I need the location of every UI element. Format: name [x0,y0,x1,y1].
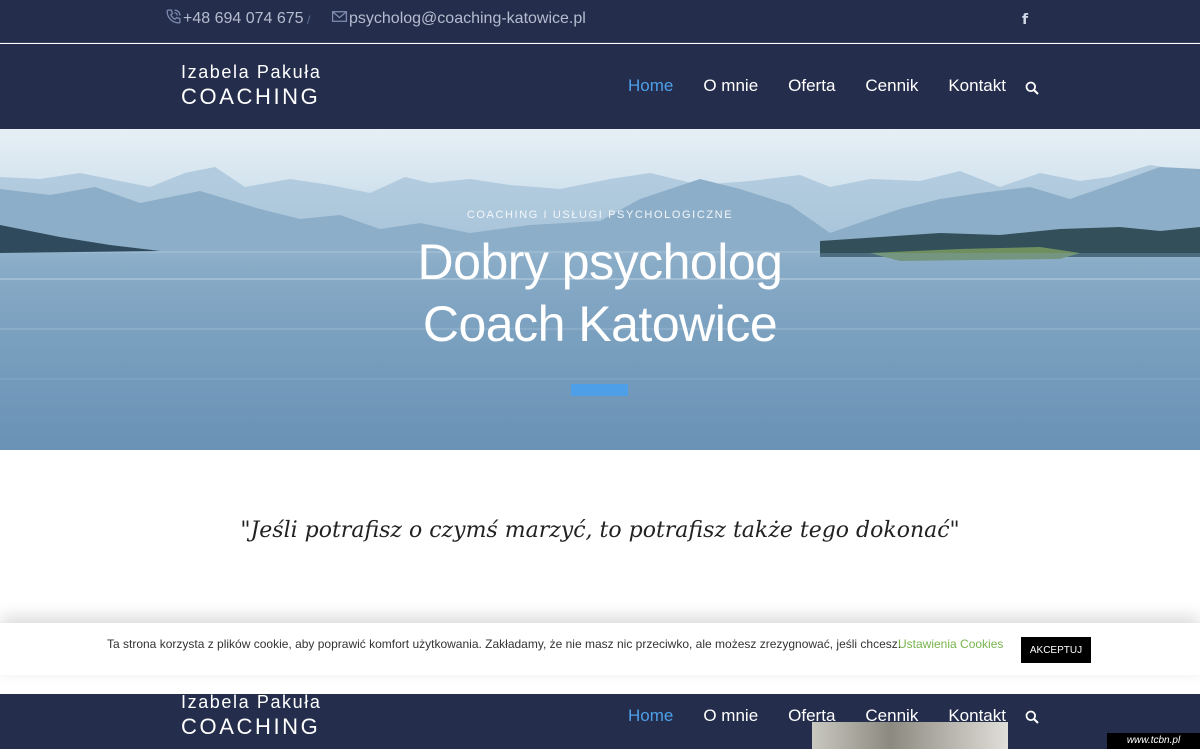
sticky-nav-home[interactable]: Home [628,706,673,726]
search-icon[interactable] [1025,81,1039,95]
sticky-logo-name: Izabela Pakuła [181,694,322,712]
hero-title: Dobry psycholog Coach Katowice [0,231,1200,355]
hero-title-line1: Dobry psycholog [417,234,783,290]
phone-icon [166,8,181,24]
logo-brand: COACHING [181,84,321,109]
cookie-banner: Ta strona korzysta z plików cookie, aby … [0,623,1200,675]
phone-number: +48 694 074 675 [183,10,304,27]
site-logo[interactable]: Izabela Pakuła COACHING [181,61,321,111]
email-link[interactable]: psycholog@coaching-katowice.pl [331,10,586,28]
nav-o-mnie[interactable]: O mnie [703,76,758,96]
cookie-settings-link[interactable]: Ustawienia Cookies [898,637,1003,651]
sticky-logo-brand: COACHING [181,714,321,739]
nav-kontakt[interactable]: Kontakt [948,76,1006,96]
watermark-label: www.tcbn.pl [1107,733,1200,749]
facebook-icon[interactable]: f [1022,12,1028,28]
main-nav: Home O mnie Oferta Cennik Kontakt [628,76,1036,96]
sticky-search-icon[interactable] [1025,710,1039,724]
mail-icon [331,10,348,22]
main-header: Izabela Pakuła COACHING Home O mnie Ofer… [0,44,1200,129]
top-contact-bar: +48 694 074 675 / psycholog@coaching-kat… [0,0,1200,43]
hero-banner: COACHING I USŁUGI PSYCHOLOGICZNE Dobry p… [0,129,1200,450]
sticky-header: Izabela Pakuła COACHING Home O mnie Ofer… [0,694,1200,749]
cookie-accept-button[interactable]: AKCEPTUJ [1021,637,1091,663]
hero-title-line2: Coach Katowice [422,296,778,352]
phone-link[interactable]: +48 694 074 675 [165,8,304,28]
nav-cennik[interactable]: Cennik [865,76,918,96]
sticky-site-logo[interactable]: Izabela Pakuła COACHING [181,694,321,741]
cookie-text: Ta strona korzysta z plików cookie, aby … [107,637,902,651]
logo-name: Izabela Pakuła [181,62,322,82]
sticky-nav-o-mnie[interactable]: O mnie [703,706,758,726]
motto-quote: "Jeśli potrafisz o czymś marzyć, to potr… [240,518,960,543]
contact-separator: / [307,13,311,27]
hero-subtitle: COACHING I USŁUGI PSYCHOLOGICZNE [466,209,734,221]
email-address: psycholog@coaching-katowice.pl [349,10,586,27]
hero-accent-bar [571,384,628,396]
nav-home[interactable]: Home [628,76,673,96]
nav-oferta[interactable]: Oferta [788,76,835,96]
content-image-preview [812,722,1008,749]
